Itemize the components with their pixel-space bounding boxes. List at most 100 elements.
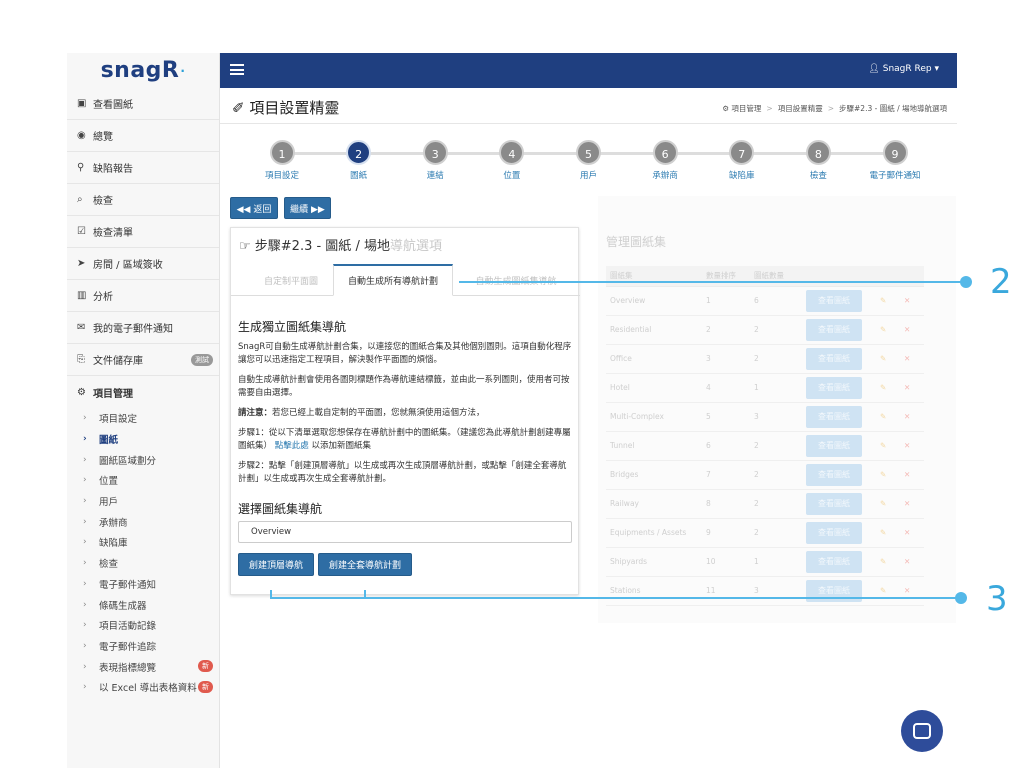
sidebar-subitem-4[interactable]: › 用戶	[67, 491, 219, 512]
sidebar-subitem-10[interactable]: › 項目活動記錄	[67, 615, 219, 636]
pencil-icon[interactable]: ✎	[880, 383, 886, 392]
chevron-right-icon: ›	[83, 640, 87, 651]
pencil-icon[interactable]: ✎	[880, 441, 886, 450]
note-text: 若您已經上載自定制的平面圖，您就無須使用這個方法，	[272, 408, 485, 418]
view-drawings-button[interactable]: 查看圖紙	[806, 550, 862, 573]
sidebar-section-project-management[interactable]: ⚙ 項目管理	[67, 376, 219, 408]
sidebar-subitem-11[interactable]: › 電子郵件追踪	[67, 636, 219, 657]
sidebar-item-1[interactable]: ◉ 總覽	[67, 120, 219, 152]
hamburger-menu-icon[interactable]	[230, 64, 244, 75]
pencil-icon[interactable]: ✎	[880, 499, 886, 508]
sidebar-item-3[interactable]: ⌕ 檢查	[67, 184, 219, 216]
view-drawings-button[interactable]: 查看圖紙	[806, 347, 862, 370]
view-drawings-button[interactable]: 查看圖紙	[806, 376, 862, 399]
step-number-circle: 6	[652, 140, 678, 165]
wizard-step-5[interactable]: 5 用戶	[559, 140, 619, 181]
sidebar-item-8[interactable]: ⎘ 文件儲存庫 測試	[67, 344, 219, 376]
sidebar-item-6[interactable]: ▥ 分析	[67, 280, 219, 312]
drawing-set-count: 1	[750, 373, 802, 403]
delete-x-icon[interactable]: ✕	[904, 470, 910, 479]
snagr-logo[interactable]: snagR ·	[67, 53, 219, 88]
view-drawings-button[interactable]: 查看圖紙	[806, 434, 862, 457]
sidebar-subitem-8[interactable]: › 電子郵件通知	[67, 574, 219, 595]
view-drawings-button[interactable]: 查看圖紙	[806, 289, 862, 312]
create-top-nav-button[interactable]: 創建頂層導航	[238, 553, 315, 576]
user-menu[interactable]: 👤︎ SnagR Rep ▾	[868, 64, 939, 74]
sidebar-item-0[interactable]: ▣ 查看圖紙	[67, 88, 219, 120]
view-drawings-button[interactable]: 查看圖紙	[806, 463, 862, 486]
logo-text: snagR	[100, 58, 180, 83]
tab-auto-generate-set[interactable]: 自動生成圖紙集導航	[457, 264, 575, 296]
sidebar-item-label: 總覽	[93, 132, 113, 143]
sidebar-subitem-13[interactable]: › 以 Excel 導出表格資料新	[67, 677, 219, 698]
wizard-step-6[interactable]: 6 承辦商	[635, 140, 695, 181]
delete-x-icon[interactable]: ✕	[904, 586, 910, 595]
sidebar-subitem-6[interactable]: › 缺陷庫	[67, 532, 219, 553]
sidebar-subitem-1[interactable]: › 圖紙	[67, 429, 219, 450]
pencil-icon[interactable]: ✎	[880, 586, 886, 595]
delete-cell: ✕	[900, 373, 924, 403]
sidebar-item-5[interactable]: ➤ 房間 / 區域簽收	[67, 248, 219, 280]
view-cell: 查看圖紙	[802, 286, 876, 316]
view-cell: 查看圖紙	[802, 431, 876, 461]
sidebar-subitem-3[interactable]: › 位置	[67, 470, 219, 491]
click-here-link[interactable]: 點擊此處	[275, 441, 309, 451]
delete-x-icon[interactable]: ✕	[904, 354, 910, 363]
step-number-circle: 3	[422, 140, 448, 165]
wizard-step-2[interactable]: 2 圖紙	[329, 140, 389, 181]
note-label: 請注意：	[238, 408, 273, 418]
delete-x-icon[interactable]: ✕	[904, 325, 910, 334]
sidebar-subitem-2[interactable]: › 圖紙區域劃分	[67, 449, 219, 470]
wizard-step-8[interactable]: 8 檢查	[788, 140, 848, 181]
sidebar-subitem-5[interactable]: › 承辦商	[67, 511, 219, 532]
wizard-step-4[interactable]: 4 位置	[482, 140, 542, 181]
drawing-set-name: Shipyards	[606, 547, 702, 577]
callout-2-line	[459, 281, 965, 283]
sidebar-subitem-0[interactable]: › 項目設定	[67, 408, 219, 429]
delete-x-icon[interactable]: ✕	[904, 383, 910, 392]
back-button[interactable]: ◀◀ 返回	[230, 197, 278, 219]
create-full-nav-button[interactable]: 創建全套導航計劃	[318, 553, 413, 576]
view-drawings-button[interactable]: 查看圖紙	[806, 492, 862, 515]
tab-auto-generate-all[interactable]: 自動生成所有導航計劃	[333, 264, 453, 296]
sidebar-item-2[interactable]: ⚲ 缺陷報告	[67, 152, 219, 184]
breadcrumb-item-wizard[interactable]: 項目設置精靈	[778, 104, 823, 113]
drawing-set-select[interactable]: Overview	[238, 521, 572, 543]
wizard-step-1[interactable]: 1 項目設定	[252, 140, 312, 181]
delete-x-icon[interactable]: ✕	[904, 296, 910, 305]
delete-x-icon[interactable]: ✕	[904, 441, 910, 450]
delete-x-icon[interactable]: ✕	[904, 412, 910, 421]
delete-x-icon[interactable]: ✕	[904, 557, 910, 566]
tab-custom-floorplan[interactable]: 自定制平面圖	[247, 264, 335, 296]
pencil-icon[interactable]: ✎	[880, 528, 886, 537]
sidebar-item-icon: ➤	[77, 258, 86, 269]
step-number-circle: 5	[576, 140, 601, 165]
wizard-step-3[interactable]: 3 連結	[405, 140, 465, 181]
view-drawings-button[interactable]: 查看圖紙	[806, 521, 862, 544]
pencil-icon[interactable]: ✎	[880, 557, 886, 566]
view-drawings-button[interactable]: 查看圖紙	[806, 405, 862, 428]
wizard-step-7[interactable]: 7 缺陷庫	[712, 140, 772, 181]
view-drawings-button[interactable]: 查看圖紙	[806, 318, 862, 341]
sidebar-subitem-12[interactable]: › 表現指標總覽 新	[67, 656, 219, 677]
delete-x-icon[interactable]: ✕	[904, 528, 910, 537]
continue-button[interactable]: 繼續 ▶▶	[284, 197, 331, 219]
pencil-icon[interactable]: ✎	[880, 470, 886, 479]
drawing-set-name: Railway	[606, 489, 702, 519]
sidebar-subitem-7[interactable]: › 檢查	[67, 553, 219, 574]
panel-buttons: 創建頂層導航 創建全套導航計劃	[238, 553, 572, 576]
chevron-right-icon: ›	[83, 434, 87, 445]
breadcrumb-item-project-management[interactable]: ⚙ 項目管理	[722, 104, 761, 113]
wizard-step-9[interactable]: 9 電子郵件通知	[865, 140, 925, 181]
sidebar-subitem-9[interactable]: › 條碼生成器	[67, 594, 219, 615]
sidebar-item-7[interactable]: ✉ 我的電子郵件通知	[67, 312, 219, 344]
delete-x-icon[interactable]: ✕	[904, 499, 910, 508]
sidebar-item-4[interactable]: ☑ 檢查清單	[67, 216, 219, 248]
chat-launcher-button[interactable]	[901, 710, 943, 752]
pencil-icon[interactable]: ✎	[880, 354, 886, 363]
drawing-set-count: 2	[750, 344, 802, 374]
pencil-icon[interactable]: ✎	[880, 412, 886, 421]
pencil-icon[interactable]: ✎	[880, 325, 886, 334]
pencil-icon[interactable]: ✎	[880, 296, 886, 305]
column-header-count: 圖紙數量	[750, 266, 802, 287]
